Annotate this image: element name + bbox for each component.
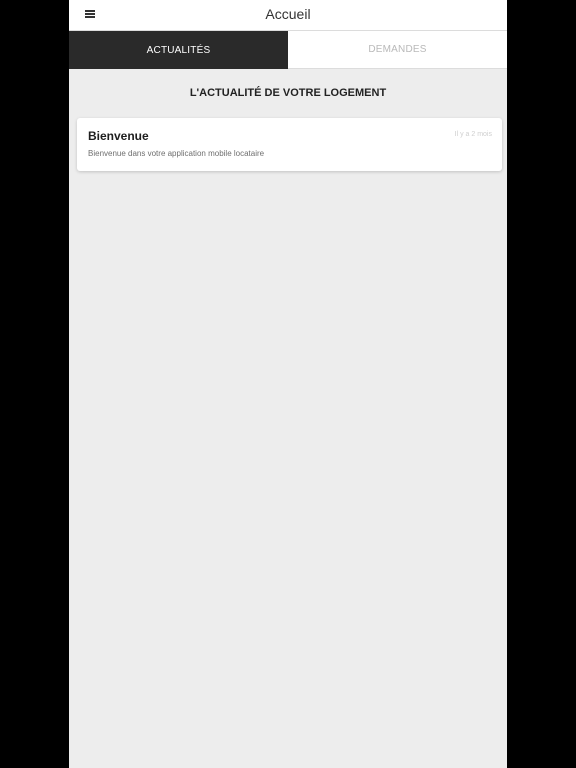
page-title: Accueil [265, 6, 311, 22]
app-screen: Accueil ACTUALITÉS DEMANDES L'ACTUALITÉ … [69, 0, 507, 768]
tab-bar: ACTUALITÉS DEMANDES [69, 31, 507, 69]
news-card-body: Bienvenue dans votre application mobile … [88, 149, 265, 158]
tab-demandes[interactable]: DEMANDES [288, 31, 507, 69]
top-bar: Accueil [69, 0, 507, 31]
news-card-title: Bienvenue [88, 129, 149, 143]
news-card[interactable]: Bienvenue Il y a 2 mois Bienvenue dans v… [77, 118, 502, 171]
section-title: L'ACTUALITÉ DE VOTRE LOGEMENT [189, 87, 387, 99]
tab-actualites[interactable]: ACTUALITÉS [69, 31, 288, 69]
news-card-timestamp: Il y a 2 mois [454, 131, 492, 138]
